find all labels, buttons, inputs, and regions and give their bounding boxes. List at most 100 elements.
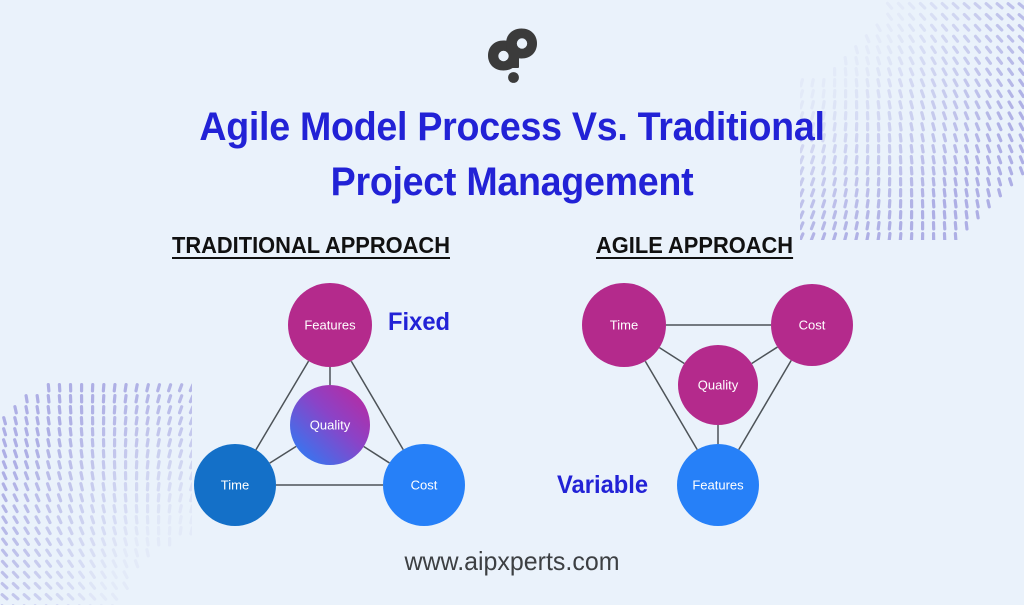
deco-dash [123, 383, 128, 393]
deco-dash [35, 416, 40, 426]
deco-dash [984, 34, 993, 43]
deco-dash [11, 593, 20, 601]
deco-dash [854, 45, 860, 55]
deco-dash [112, 482, 117, 492]
deco-dash [145, 526, 150, 536]
deco-dash [1, 460, 8, 470]
deco-dash [876, 78, 881, 88]
deco-dash [963, 78, 970, 88]
deco-dash [167, 460, 172, 470]
deco-dash [919, 78, 926, 88]
node-traditional-time[interactable]: Time [194, 444, 276, 526]
node-agile-time[interactable]: Time [582, 283, 666, 367]
deco-dash [90, 383, 95, 393]
deco-dash [35, 449, 41, 459]
node-agile-cost[interactable]: Cost [771, 284, 853, 366]
deco-dash [854, 210, 859, 220]
deco-dash [984, 23, 993, 32]
deco-dash [897, 56, 904, 66]
deco-dash [68, 405, 73, 415]
deco-dash [864, 34, 871, 44]
deco-dash [809, 221, 816, 231]
deco-dash [68, 416, 73, 426]
deco-dash [45, 526, 52, 536]
deco-dash [951, 23, 960, 32]
deco-dash [90, 504, 96, 514]
deco-dash [11, 581, 20, 590]
deco-dash [101, 460, 106, 470]
deco-dash [854, 78, 859, 88]
deco-dash [57, 427, 62, 437]
deco-dash [67, 504, 74, 514]
node-label-time: Time [221, 478, 249, 493]
deco-dash [101, 471, 106, 481]
deco-dash [89, 526, 96, 536]
deco-dash [996, 155, 1003, 165]
deco-dash [101, 449, 106, 459]
aipxperts-dual-circle-logo [488, 28, 537, 83]
deco-dash [907, 1, 916, 10]
deco-dash [134, 493, 139, 503]
deco-dash [111, 581, 118, 590]
deco-dash [963, 45, 971, 54]
deco-dash [997, 177, 1003, 187]
deco-dash [77, 592, 86, 601]
node-agile-features[interactable]: Features [677, 444, 759, 526]
deco-dash [1018, 122, 1024, 132]
deco-dash [12, 526, 19, 536]
deco-dash [35, 438, 40, 448]
deco-dash [12, 460, 19, 470]
deco-dash [1018, 100, 1024, 110]
deco-dash [997, 166, 1003, 176]
deco-dash [962, 34, 971, 43]
node-traditional-quality[interactable]: Quality [290, 385, 370, 465]
deco-dash [832, 210, 838, 220]
deco-dash [1007, 78, 1014, 87]
deco-dash [123, 526, 128, 536]
deco-dash [1017, 23, 1024, 32]
deco-dash [156, 438, 161, 448]
deco-dash [951, 2, 960, 10]
deco-dash [134, 427, 139, 437]
deco-dash [1018, 144, 1024, 154]
deco-dash [0, 593, 9, 601]
deco-dash [99, 592, 108, 601]
deco-dash [843, 89, 848, 99]
deco-dash [46, 471, 52, 481]
deco-dash [941, 56, 948, 66]
deco-dash [1, 449, 8, 459]
deco-dash [1018, 133, 1024, 143]
deco-dash [996, 144, 1003, 154]
deco-dash [101, 504, 106, 514]
deco-dash [908, 34, 915, 44]
node-traditional-cost[interactable]: Cost [383, 444, 465, 526]
deco-dash [24, 438, 30, 448]
deco-dash [984, 12, 993, 21]
deco-dash [123, 493, 128, 503]
deco-dash [963, 67, 970, 77]
deco-dash [33, 581, 42, 590]
page-title: Agile Model Process Vs. Traditional Proj… [31, 100, 994, 210]
deco-dash [112, 427, 117, 437]
deco-dash [67, 526, 74, 536]
node-agile-quality[interactable]: Quality [678, 345, 758, 425]
deco-dash [56, 526, 63, 536]
deco-dash [886, 56, 893, 66]
deco-dash [134, 394, 139, 404]
deco-dash [123, 471, 128, 481]
deco-dash [167, 504, 172, 514]
deco-dash [820, 232, 827, 240]
deco-dash [112, 526, 118, 536]
deco-dash [101, 482, 106, 492]
deco-dash [952, 45, 959, 54]
deco-dash [123, 449, 128, 459]
deco-dash [821, 221, 827, 231]
deco-dash [156, 416, 161, 426]
deco-dash [145, 416, 150, 426]
node-traditional-features[interactable]: Features [288, 283, 372, 367]
deco-dash [24, 416, 29, 426]
deco-dash [123, 482, 128, 492]
deco-dash [920, 232, 925, 240]
deco-dash [23, 515, 30, 525]
deco-dash [1007, 133, 1014, 143]
